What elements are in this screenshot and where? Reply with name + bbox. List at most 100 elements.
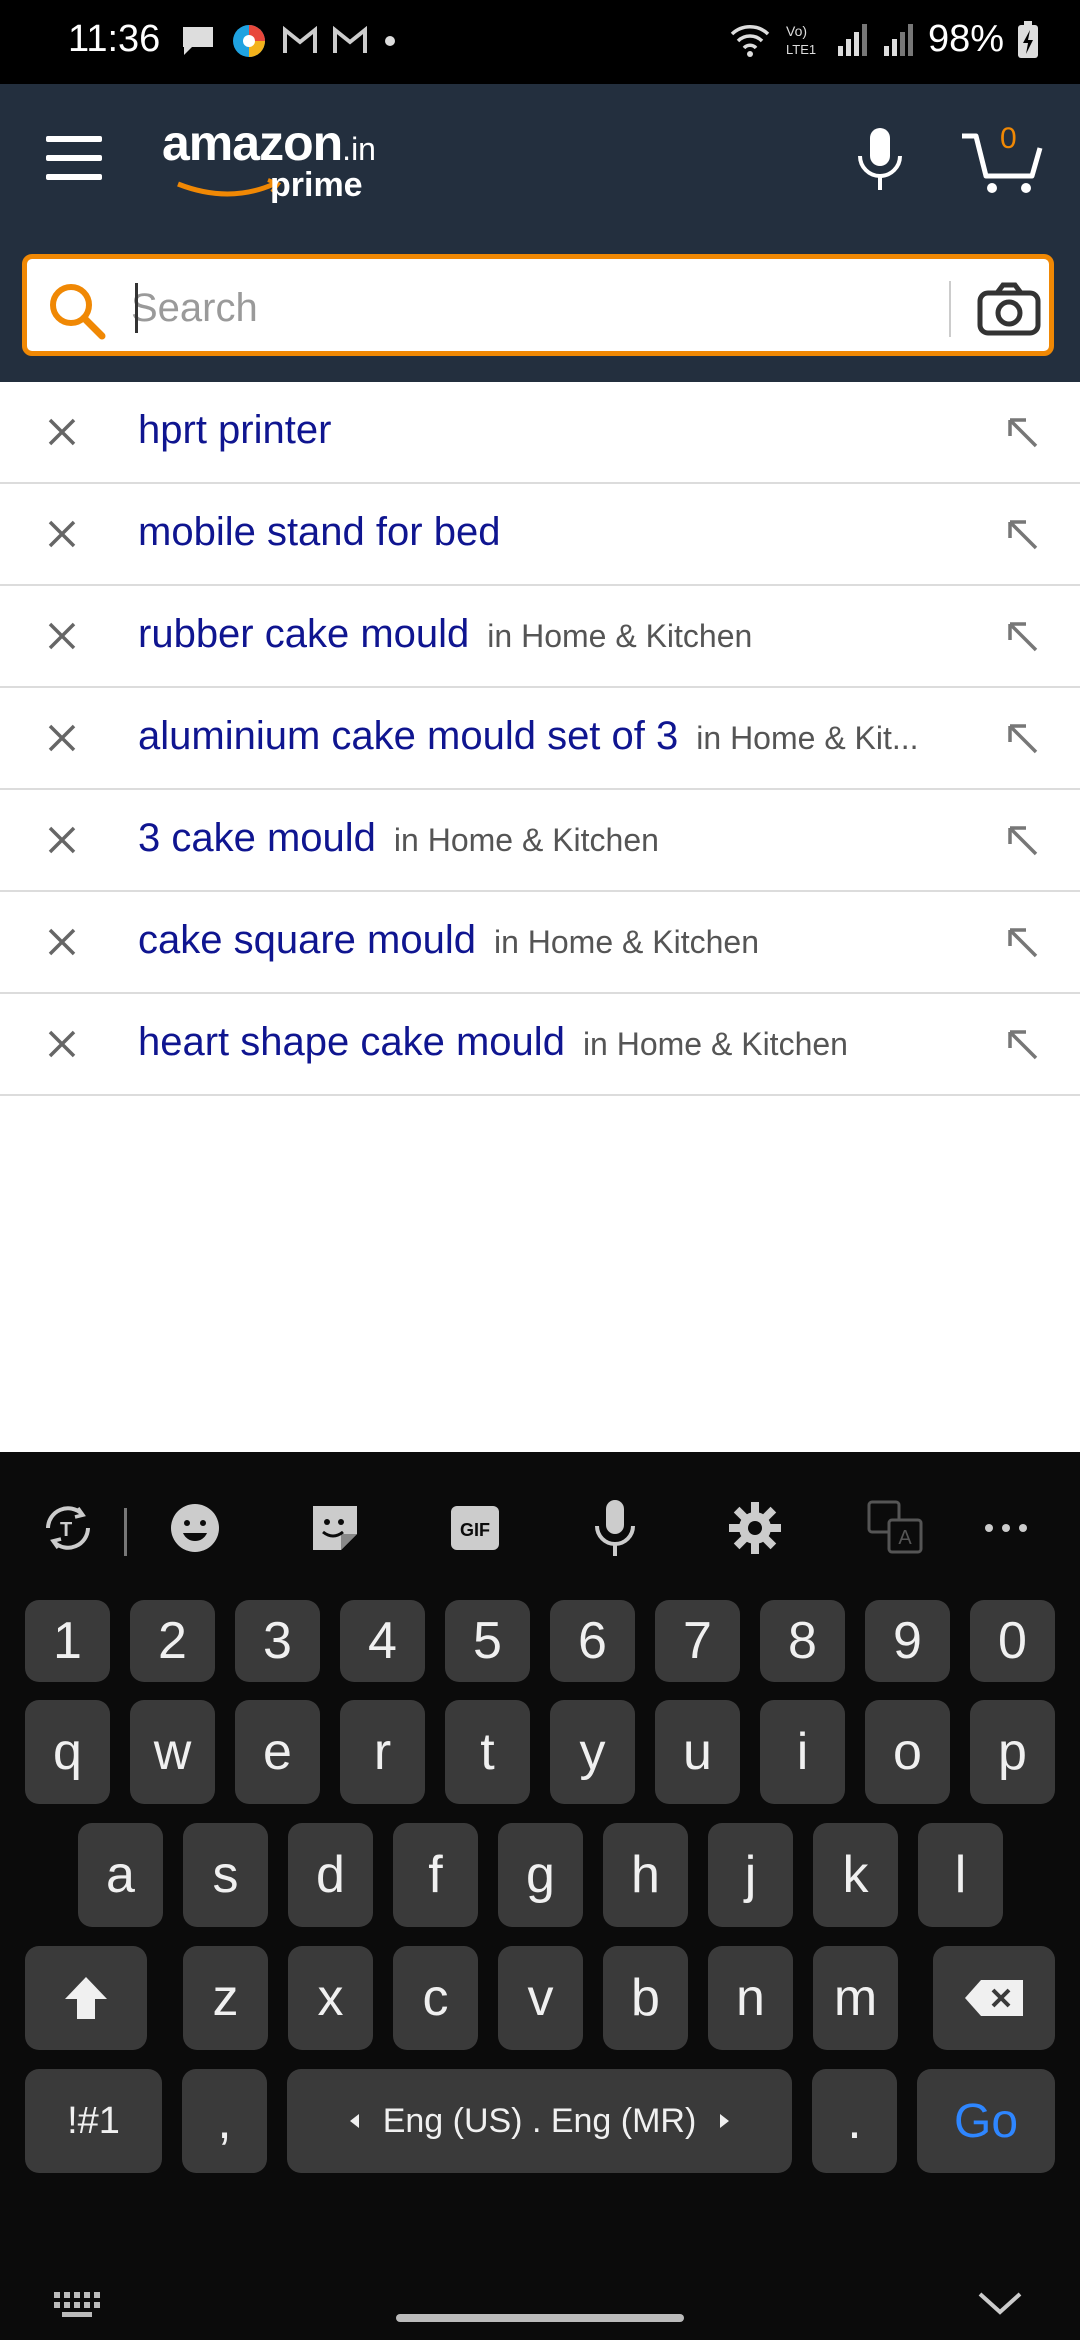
remove-suggestion-close-icon[interactable] [44, 720, 80, 756]
fill-query-arrow-icon[interactable] [1004, 618, 1040, 654]
keyboard-settings-gear-icon[interactable] [725, 1498, 785, 1558]
key-6[interactable]: 6 [550, 1600, 635, 1682]
shift-key[interactable] [25, 1946, 147, 2050]
emoji-icon[interactable] [165, 1498, 225, 1558]
key-c[interactable]: c [393, 1946, 478, 2050]
home-gesture-bar[interactable] [396, 2314, 684, 2322]
go-key[interactable]: Go [917, 2069, 1055, 2173]
key-l[interactable]: l [918, 1823, 1003, 1927]
fill-query-arrow-icon[interactable] [1004, 924, 1040, 960]
keyboard-switch-icon[interactable] [52, 2290, 108, 2320]
search-suggestions-list: hprt printer mobile stand for bed rubber… [0, 382, 1080, 1096]
signal-icon-2 [882, 22, 916, 58]
remove-suggestion-close-icon[interactable] [44, 822, 80, 858]
key-8[interactable]: 8 [760, 1600, 845, 1682]
key-f[interactable]: f [393, 1823, 478, 1927]
remove-suggestion-close-icon[interactable] [44, 516, 80, 552]
key-z[interactable]: z [183, 1946, 268, 2050]
key-m[interactable]: m [813, 1946, 898, 2050]
suggestion-query: hprt printer [138, 408, 331, 452]
suggestion-query: rubber cake mould [138, 612, 469, 656]
battery-charging-icon [1016, 20, 1040, 60]
fill-query-arrow-icon[interactable] [1004, 720, 1040, 756]
key-v[interactable]: v [498, 1946, 583, 2050]
key-2[interactable]: 2 [130, 1600, 215, 1682]
camera-search-icon[interactable] [977, 281, 1041, 337]
key-n[interactable]: n [708, 1946, 793, 2050]
suggestion-department: in Home & Kit... [696, 720, 918, 756]
key-d[interactable]: d [288, 1823, 373, 1927]
key-1[interactable]: 1 [25, 1600, 110, 1682]
key-y[interactable]: y [550, 1700, 635, 1804]
soft-keyboard: T GIF A 1 2 3 4 5 6 7 8 9 0 q w e [0, 1452, 1080, 2340]
remove-suggestion-close-icon[interactable] [44, 1026, 80, 1062]
suggestion-query: 3 cake mould [138, 816, 376, 860]
suggestion-department: in Home & Kitchen [583, 1026, 848, 1062]
key-9[interactable]: 9 [865, 1600, 950, 1682]
sticker-icon[interactable] [305, 1498, 365, 1558]
suggestion-query: aluminium cake mould set of 3 [138, 714, 678, 758]
key-h[interactable]: h [603, 1823, 688, 1927]
gif-icon[interactable]: GIF [445, 1498, 505, 1558]
voice-search-mic-icon[interactable] [852, 124, 908, 196]
key-w[interactable]: w [130, 1700, 215, 1804]
key-i[interactable]: i [760, 1700, 845, 1804]
key-p[interactable]: p [970, 1700, 1055, 1804]
logo-text: amazon [162, 115, 342, 171]
key-3[interactable]: 3 [235, 1600, 320, 1682]
key-o[interactable]: o [865, 1700, 950, 1804]
key-7[interactable]: 7 [655, 1600, 740, 1682]
key-q[interactable]: q [25, 1700, 110, 1804]
suggestion-item[interactable]: 3 cake mouldin Home & Kitchen [0, 790, 1080, 892]
fill-query-arrow-icon[interactable] [1004, 822, 1040, 858]
suggestion-item[interactable]: rubber cake mouldin Home & Kitchen [0, 586, 1080, 688]
logo-tld: .in [342, 131, 376, 167]
suggestion-query: cake square mould [138, 918, 476, 962]
period-key[interactable]: . [812, 2069, 897, 2173]
svg-text:A: A [898, 1527, 912, 1549]
cart-icon[interactable]: 0 [958, 126, 1048, 198]
translate-icon[interactable]: A [865, 1498, 925, 1558]
key-u[interactable]: u [655, 1700, 740, 1804]
text-mode-icon[interactable]: T [38, 1498, 98, 1558]
fill-query-arrow-icon[interactable] [1004, 1026, 1040, 1062]
voice-input-mic-icon[interactable] [585, 1498, 645, 1558]
suggestion-item[interactable]: heart shape cake mouldin Home & Kitchen [0, 994, 1080, 1096]
backspace-key[interactable] [933, 1946, 1055, 2050]
key-x[interactable]: x [288, 1946, 373, 2050]
key-t[interactable]: t [445, 1700, 530, 1804]
key-a[interactable]: a [78, 1823, 163, 1927]
key-g[interactable]: g [498, 1823, 583, 1927]
remove-suggestion-close-icon[interactable] [44, 924, 80, 960]
remove-suggestion-close-icon[interactable] [44, 414, 80, 450]
key-4[interactable]: 4 [340, 1600, 425, 1682]
suggestion-query: mobile stand for bed [138, 510, 500, 554]
status-time: 11:36 [68, 18, 160, 61]
remove-suggestion-close-icon[interactable] [44, 618, 80, 654]
key-e[interactable]: e [235, 1700, 320, 1804]
key-s[interactable]: s [183, 1823, 268, 1927]
key-k[interactable]: k [813, 1823, 898, 1927]
suggestion-item[interactable]: hprt printer [0, 382, 1080, 484]
key-0[interactable]: 0 [970, 1600, 1055, 1682]
key-j[interactable]: j [708, 1823, 793, 1927]
svg-text:LTE1: LTE1 [786, 42, 816, 57]
search-bar[interactable] [22, 254, 1054, 356]
key-5[interactable]: 5 [445, 1600, 530, 1682]
symbols-key[interactable]: !#1 [25, 2069, 162, 2173]
key-r[interactable]: r [340, 1700, 425, 1804]
comma-key[interactable]: , [182, 2069, 267, 2173]
fill-query-arrow-icon[interactable] [1004, 414, 1040, 450]
svg-text:Vo): Vo) [786, 23, 807, 39]
key-b[interactable]: b [603, 1946, 688, 2050]
search-input[interactable] [129, 277, 953, 339]
space-key[interactable]: Eng (US) . Eng (MR) [287, 2069, 792, 2173]
amazon-prime-logo[interactable]: amazon.in prime [162, 114, 376, 172]
fill-query-arrow-icon[interactable] [1004, 516, 1040, 552]
hide-keyboard-chevron-down-icon[interactable] [976, 2288, 1024, 2318]
suggestion-item[interactable]: mobile stand for bed [0, 484, 1080, 586]
suggestion-item[interactable]: cake square mouldin Home & Kitchen [0, 892, 1080, 994]
suggestion-item[interactable]: aluminium cake mould set of 3 in Home & K… [0, 688, 1080, 790]
hamburger-menu-icon[interactable] [46, 136, 102, 180]
more-options-icon[interactable] [976, 1498, 1036, 1558]
